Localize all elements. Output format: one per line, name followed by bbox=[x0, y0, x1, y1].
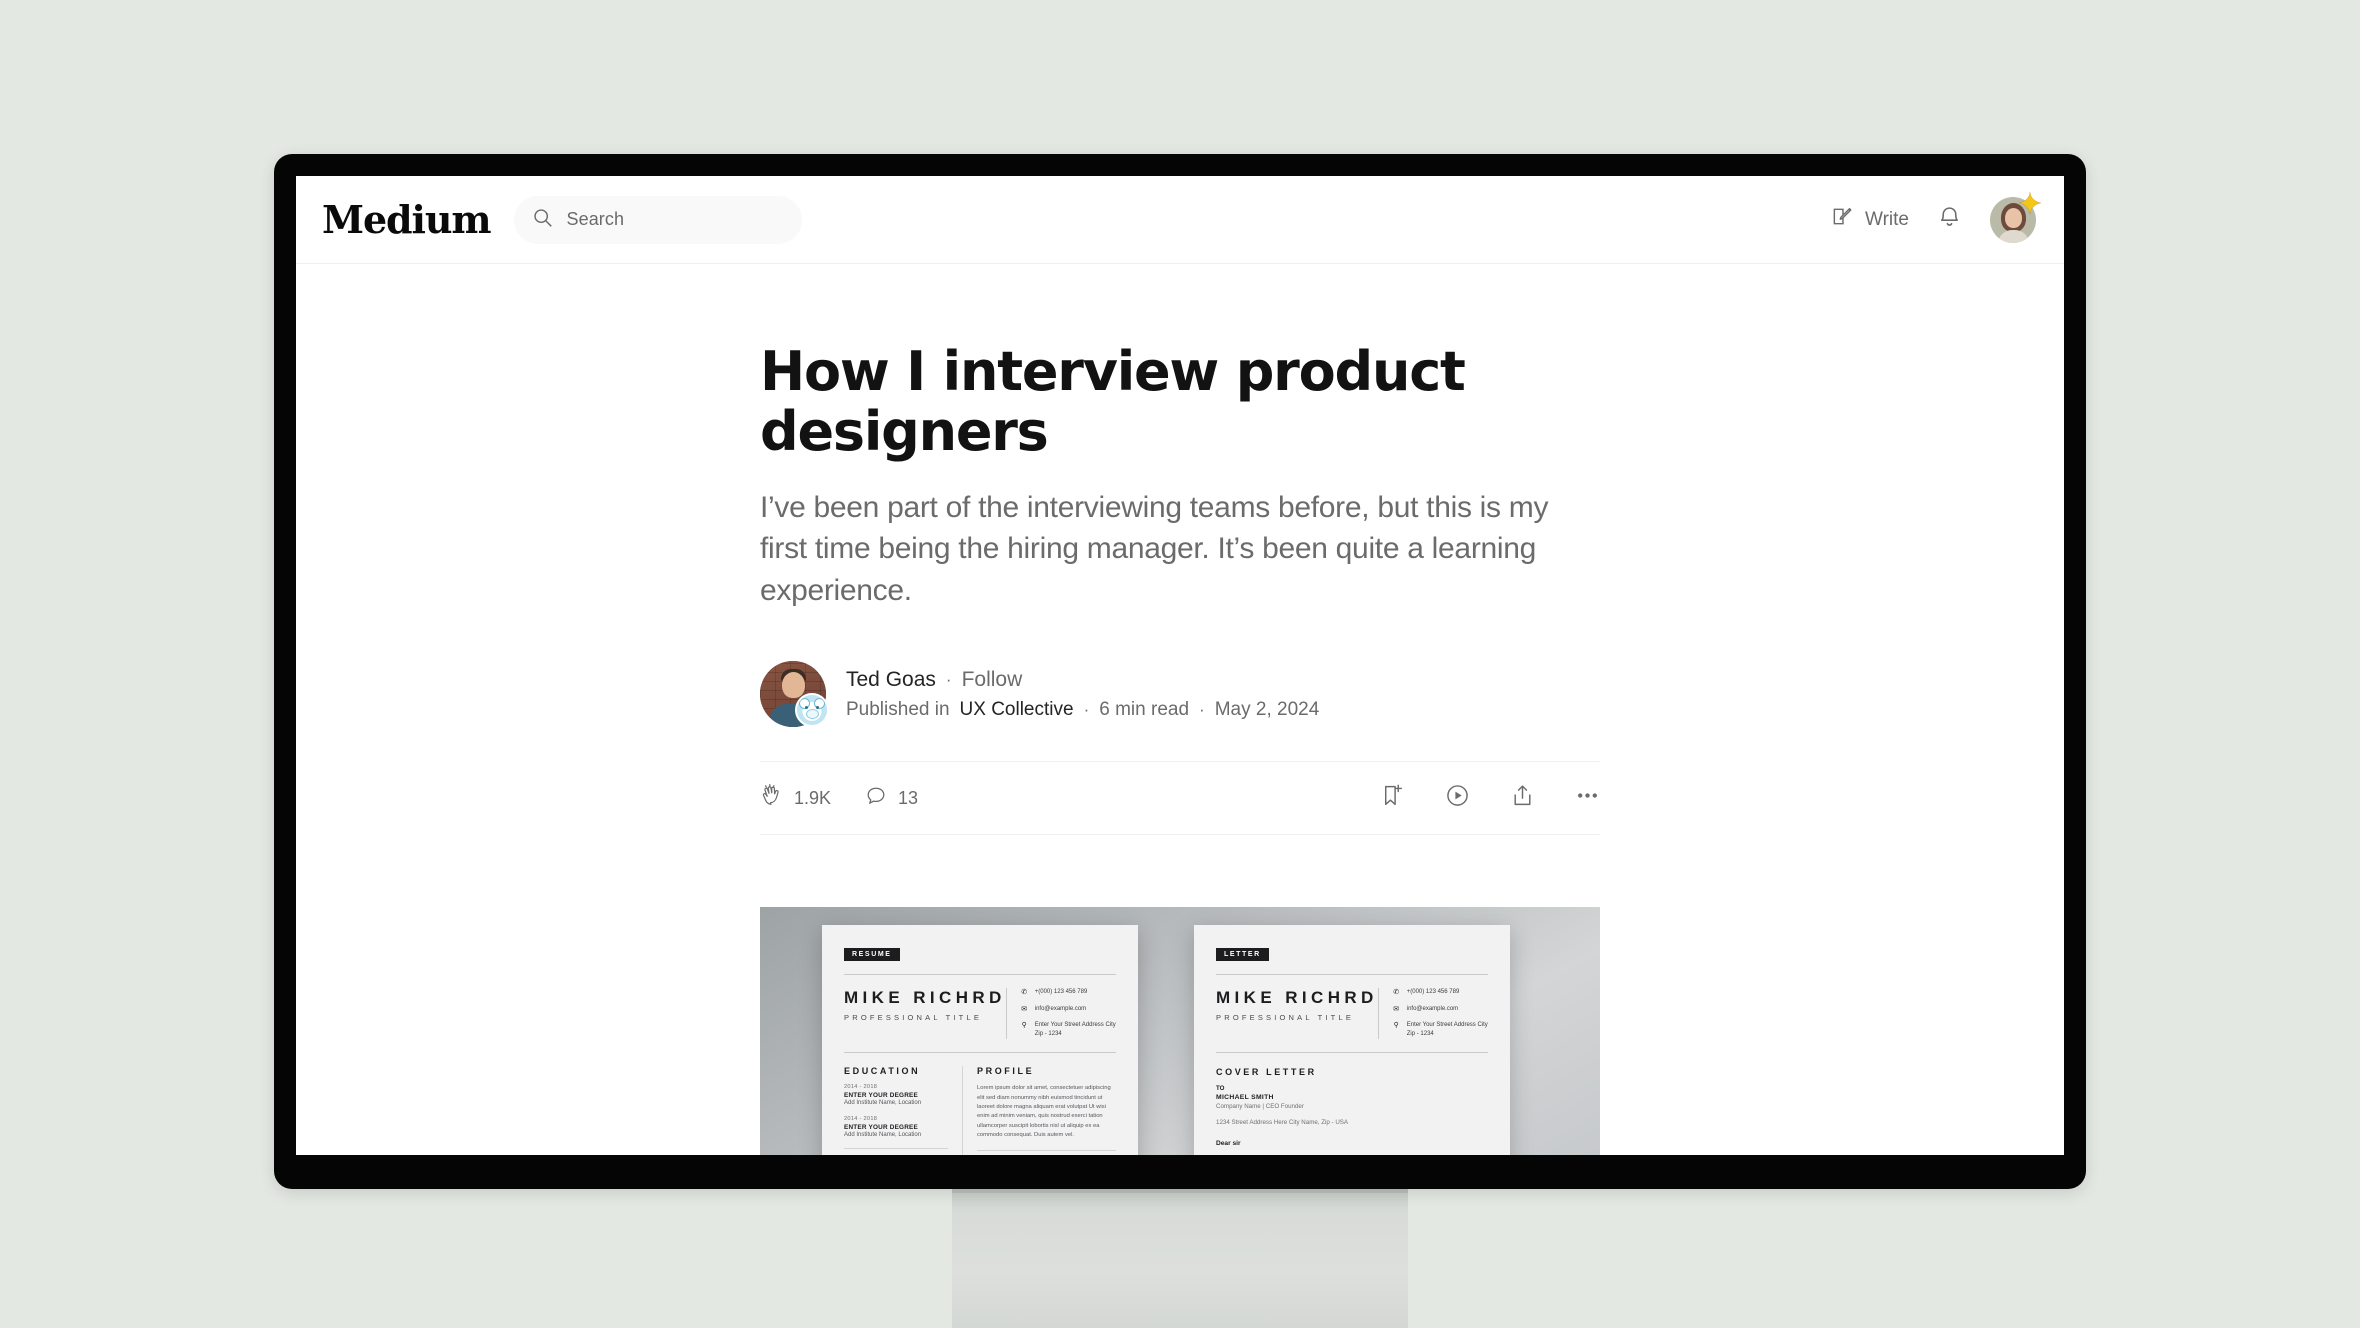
letter-recipient-address: 1234 Street Address Here City Name, Zip … bbox=[1216, 1119, 1349, 1127]
search-input[interactable]: Search bbox=[514, 195, 803, 244]
resume-role: PROFESSIONAL TITLE bbox=[844, 1013, 983, 1023]
author-name[interactable]: Ted Goas bbox=[846, 668, 936, 692]
letter-contact-block: ✆ +(000) 123 456 789 ✉ info@example.com … bbox=[1377, 988, 1488, 1040]
contact-row: ⚲ Enter Your Street Address City Zip - 1… bbox=[1392, 1021, 1488, 1039]
more-options-icon[interactable] bbox=[1575, 783, 1600, 813]
comment-count: 13 bbox=[898, 787, 919, 808]
phone-icon: ✆ bbox=[1021, 989, 1028, 997]
cover-letter-sheet: LETTER MIKE RICHRD PROFESSIONAL TITLE ✆ bbox=[1194, 925, 1510, 1155]
contact-email: info@example.com bbox=[1406, 1005, 1459, 1012]
contact-phone: +(000) 123 456 789 bbox=[1406, 989, 1460, 996]
byline-secondary-row: Published in UX Collective · 6 min read … bbox=[846, 699, 1319, 721]
clap-count: 1.9K bbox=[794, 787, 832, 808]
bell-icon bbox=[1937, 205, 1962, 235]
comment-icon bbox=[865, 785, 887, 812]
article-container: How I interview product designers I’ve b… bbox=[760, 264, 1600, 1155]
publication-link[interactable]: UX Collective bbox=[960, 699, 1074, 721]
article-subtitle: I’ve been part of the interviewing teams… bbox=[760, 490, 1549, 607]
contact-phone: +(000) 123 456 789 bbox=[1034, 989, 1088, 996]
separator: · bbox=[945, 669, 952, 689]
letter-salutation: Dear sir bbox=[1216, 1140, 1241, 1148]
write-icon bbox=[1831, 205, 1854, 234]
bookmark-add-icon[interactable] bbox=[1380, 783, 1405, 813]
mail-icon: ✉ bbox=[1393, 1005, 1400, 1013]
search-placeholder: Search bbox=[566, 209, 625, 229]
byline-text: Ted Goas · Follow Published in UX Collec… bbox=[846, 668, 1319, 721]
article-hero-image: RESUME MIKE RICHRD PROFESSIONAL TITLE ✆ bbox=[760, 907, 1600, 1155]
scene: Medium Search Write How I interview prod… bbox=[0, 0, 2360, 1328]
contact-row: ✉ info@example.com bbox=[1020, 1005, 1116, 1016]
pin-icon: ⚲ bbox=[1393, 1022, 1399, 1030]
byline-primary-row: Ted Goas · Follow bbox=[846, 668, 1319, 692]
monitor-stand bbox=[952, 1189, 1408, 1328]
contact-email: info@example.com bbox=[1034, 1005, 1087, 1012]
author-avatar[interactable] bbox=[760, 661, 829, 728]
mail-icon: ✉ bbox=[1021, 1005, 1028, 1013]
comment-button[interactable]: 13 bbox=[865, 785, 918, 812]
published-in-label: Published in bbox=[846, 698, 950, 720]
contact-row: ✉ info@example.com bbox=[1392, 1005, 1488, 1016]
letter-role: PROFESSIONAL TITLE bbox=[1216, 1013, 1355, 1023]
profile-text: Lorem ipsum dolor sit amet, consectetuer… bbox=[977, 1085, 1111, 1139]
contact-row: ⚲ Enter Your Street Address City Zip - 1… bbox=[1020, 1021, 1116, 1039]
user-avatar[interactable] bbox=[1990, 191, 2041, 243]
profile-title: PROFILE bbox=[977, 1066, 1035, 1077]
search-icon bbox=[532, 207, 553, 233]
engagement-left: 1.9K 13 bbox=[760, 784, 918, 812]
contact-row: ✆ +(000) 123 456 789 bbox=[1392, 988, 1488, 999]
letter-recipient-company: Company Name | CEO Founder bbox=[1216, 1103, 1304, 1111]
resume-left-column: EDUCATION 2014 - 2018 ENTER YOUR DEGREE … bbox=[844, 1066, 948, 1155]
follow-button[interactable]: Follow bbox=[962, 668, 1023, 692]
resume-right-column: PROFILE Lorem ipsum dolor sit amet, cons… bbox=[962, 1066, 1116, 1155]
resume-tag: RESUME bbox=[844, 948, 900, 962]
letter-to-label: TO bbox=[1216, 1085, 1225, 1093]
separator: · bbox=[1083, 699, 1090, 719]
resume-contact-block: ✆ +(000) 123 456 789 ✉ info@example.com … bbox=[1005, 988, 1116, 1040]
publish-date: May 2, 2024 bbox=[1214, 698, 1320, 720]
education-institute: Add Institute Name, Location bbox=[844, 1132, 922, 1139]
resume-name: MIKE RICHRD bbox=[844, 988, 1006, 1008]
clap-button[interactable]: 1.9K bbox=[760, 784, 831, 812]
notifications-button[interactable] bbox=[1937, 205, 1962, 235]
star-badge-icon bbox=[2019, 191, 2041, 214]
cover-letter-title: COVER LETTER bbox=[1216, 1067, 1317, 1078]
monitor-frame: Medium Search Write How I interview prod… bbox=[274, 154, 2086, 1189]
pin-icon: ⚲ bbox=[1021, 1022, 1027, 1030]
write-label: Write bbox=[1865, 208, 1909, 230]
engagement-bar: 1.9K 13 bbox=[760, 761, 1600, 836]
separator: · bbox=[1199, 699, 1205, 719]
clap-icon bbox=[760, 784, 783, 812]
education-title: EDUCATION bbox=[844, 1066, 921, 1077]
education-degree: ENTER YOUR DEGREE bbox=[844, 1124, 918, 1132]
letter-name: MIKE RICHRD bbox=[1216, 988, 1378, 1008]
share-icon[interactable] bbox=[1510, 783, 1535, 813]
phone-icon: ✆ bbox=[1393, 989, 1400, 997]
medium-header: Medium Search Write bbox=[296, 176, 2064, 264]
listen-button[interactable] bbox=[1445, 783, 1470, 813]
write-button[interactable]: Write bbox=[1831, 205, 1909, 234]
page-title: How I interview product designers bbox=[760, 340, 1466, 464]
education-item: 2014 - 2018 ENTER YOUR DEGREE Add Instit… bbox=[844, 1116, 948, 1138]
publication-badge-icon bbox=[795, 693, 829, 728]
education-date: 2014 - 2018 bbox=[844, 1084, 878, 1091]
contact-row: ✆ +(000) 123 456 789 bbox=[1020, 988, 1116, 999]
education-date: 2014 - 2018 bbox=[844, 1116, 878, 1123]
education-degree: ENTER YOUR DEGREE bbox=[844, 1092, 918, 1100]
letter-recipient-name: MICHAEL SMITH bbox=[1216, 1094, 1274, 1102]
letter-tag: LETTER bbox=[1216, 948, 1269, 962]
resume-sheet: RESUME MIKE RICHRD PROFESSIONAL TITLE ✆ bbox=[822, 925, 1138, 1155]
byline: Ted Goas · Follow Published in UX Collec… bbox=[760, 661, 1600, 761]
header-actions: Write bbox=[1831, 191, 2041, 243]
medium-logo[interactable]: Medium bbox=[322, 200, 492, 239]
education-item: 2014 - 2018 ENTER YOUR DEGREE Add Instit… bbox=[844, 1084, 948, 1106]
browser-screen: Medium Search Write How I interview prod… bbox=[296, 176, 2064, 1155]
read-time: 6 min read bbox=[1099, 698, 1190, 720]
engagement-right bbox=[1380, 783, 1600, 813]
education-institute: Add Institute Name, Location bbox=[844, 1100, 922, 1107]
contact-address: Enter Your Street Address City Zip - 123… bbox=[1034, 1022, 1116, 1038]
contact-address: Enter Your Street Address City Zip - 123… bbox=[1406, 1022, 1488, 1038]
